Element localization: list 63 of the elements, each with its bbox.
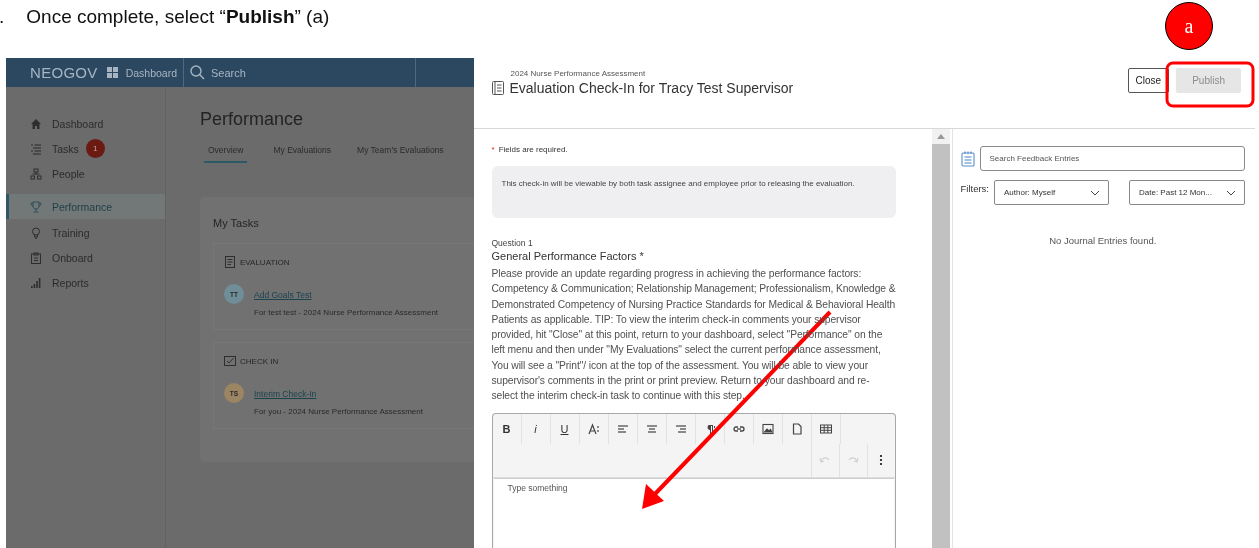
required-mark: * <box>491 145 495 154</box>
align-right-icon <box>674 422 687 435</box>
home-icon <box>30 117 42 130</box>
required-note: Fields are required. <box>498 145 568 154</box>
task-link[interactable]: Interim Check-In <box>254 389 317 399</box>
search-field[interactable]: Search Feedback Entries <box>979 146 1245 171</box>
notice-box: This check-in will be viewable by both task assignee and employee prior to releasing the evaluation. <box>491 166 896 218</box>
document-icon <box>224 256 236 268</box>
step-number: . <box>0 6 5 28</box>
bold-button[interactable]: B <box>492 413 522 444</box>
notes-icon <box>960 150 975 167</box>
card-title: My Tasks <box>213 217 260 229</box>
chevron-down-icon <box>1226 189 1236 196</box>
sidebar-item[interactable]: Dashboard <box>6 111 165 136</box>
tab[interactable]: Overview <box>204 144 248 163</box>
chevron-down-icon <box>1090 189 1100 196</box>
table-icon <box>819 422 832 435</box>
instruction-text: Once complete, select “Publish” (a) <box>26 6 330 28</box>
list-icon <box>30 142 42 155</box>
search-field[interactable]: Search <box>211 66 246 79</box>
sidebar-item[interactable]: Training <box>6 220 165 245</box>
underline-button[interactable]: U <box>550 413 580 444</box>
question-number: Question 1 <box>491 238 534 248</box>
document-icon <box>790 422 803 435</box>
modal-title: Evaluation Check-In for Tracy Test Supervisor <box>509 80 794 96</box>
tab[interactable]: My Team's Evaluations <box>357 144 444 163</box>
filter-dropdown[interactable]: Date: Past 12 Mon... <box>1129 180 1245 205</box>
search-icon[interactable] <box>190 65 206 80</box>
align-left-icon <box>616 422 629 435</box>
scrollbar[interactable] <box>931 129 950 548</box>
sidebar-item[interactable]: People <box>6 161 165 186</box>
modal-subtitle: 2024 Nurse Performance Assessment <box>510 69 647 78</box>
lightbulb-icon <box>30 226 42 239</box>
bar-chart-icon <box>30 276 42 289</box>
empty-message: No Journal Entries found. <box>1048 235 1158 246</box>
org-chart-icon <box>30 167 42 180</box>
image-icon <box>761 422 774 435</box>
clipboard-icon <box>30 251 42 264</box>
notebook-icon <box>490 81 504 95</box>
sidebar-item[interactable]: Onboard <box>6 245 165 270</box>
editor-field[interactable]: Type something <box>493 477 894 548</box>
sidebar-item[interactable]: Reports <box>6 270 165 295</box>
page-title: Performance <box>200 109 305 130</box>
group-heading: CHECK IN <box>240 356 279 366</box>
checklist-icon <box>224 355 236 367</box>
brand-logo: NEOGOV <box>30 64 98 81</box>
italic-button[interactable]: i <box>521 413 551 444</box>
sidebar-item[interactable]: Tasks 1 <box>6 136 165 161</box>
font-size-icon <box>587 422 600 435</box>
tab[interactable]: My Evaluations <box>273 144 332 163</box>
scroll-up-icon[interactable] <box>936 134 945 139</box>
question-title: General Performance Factors * <box>491 250 645 262</box>
task-link[interactable]: Add Goals Test <box>254 290 312 300</box>
count-badge: 1 <box>85 139 105 158</box>
sidebar-item[interactable]: Performance <box>6 194 165 219</box>
filter-dropdown[interactable]: Author: Myself <box>994 180 1109 205</box>
dashboard-link[interactable]: Dashboard <box>125 58 185 87</box>
callout-marker: a <box>1165 2 1213 50</box>
apps-icon[interactable] <box>106 67 118 78</box>
filters-label: Filters: <box>960 183 989 194</box>
align-center-icon <box>645 422 658 435</box>
trophy-icon <box>30 200 42 213</box>
group-heading: EVALUATION <box>240 257 290 267</box>
